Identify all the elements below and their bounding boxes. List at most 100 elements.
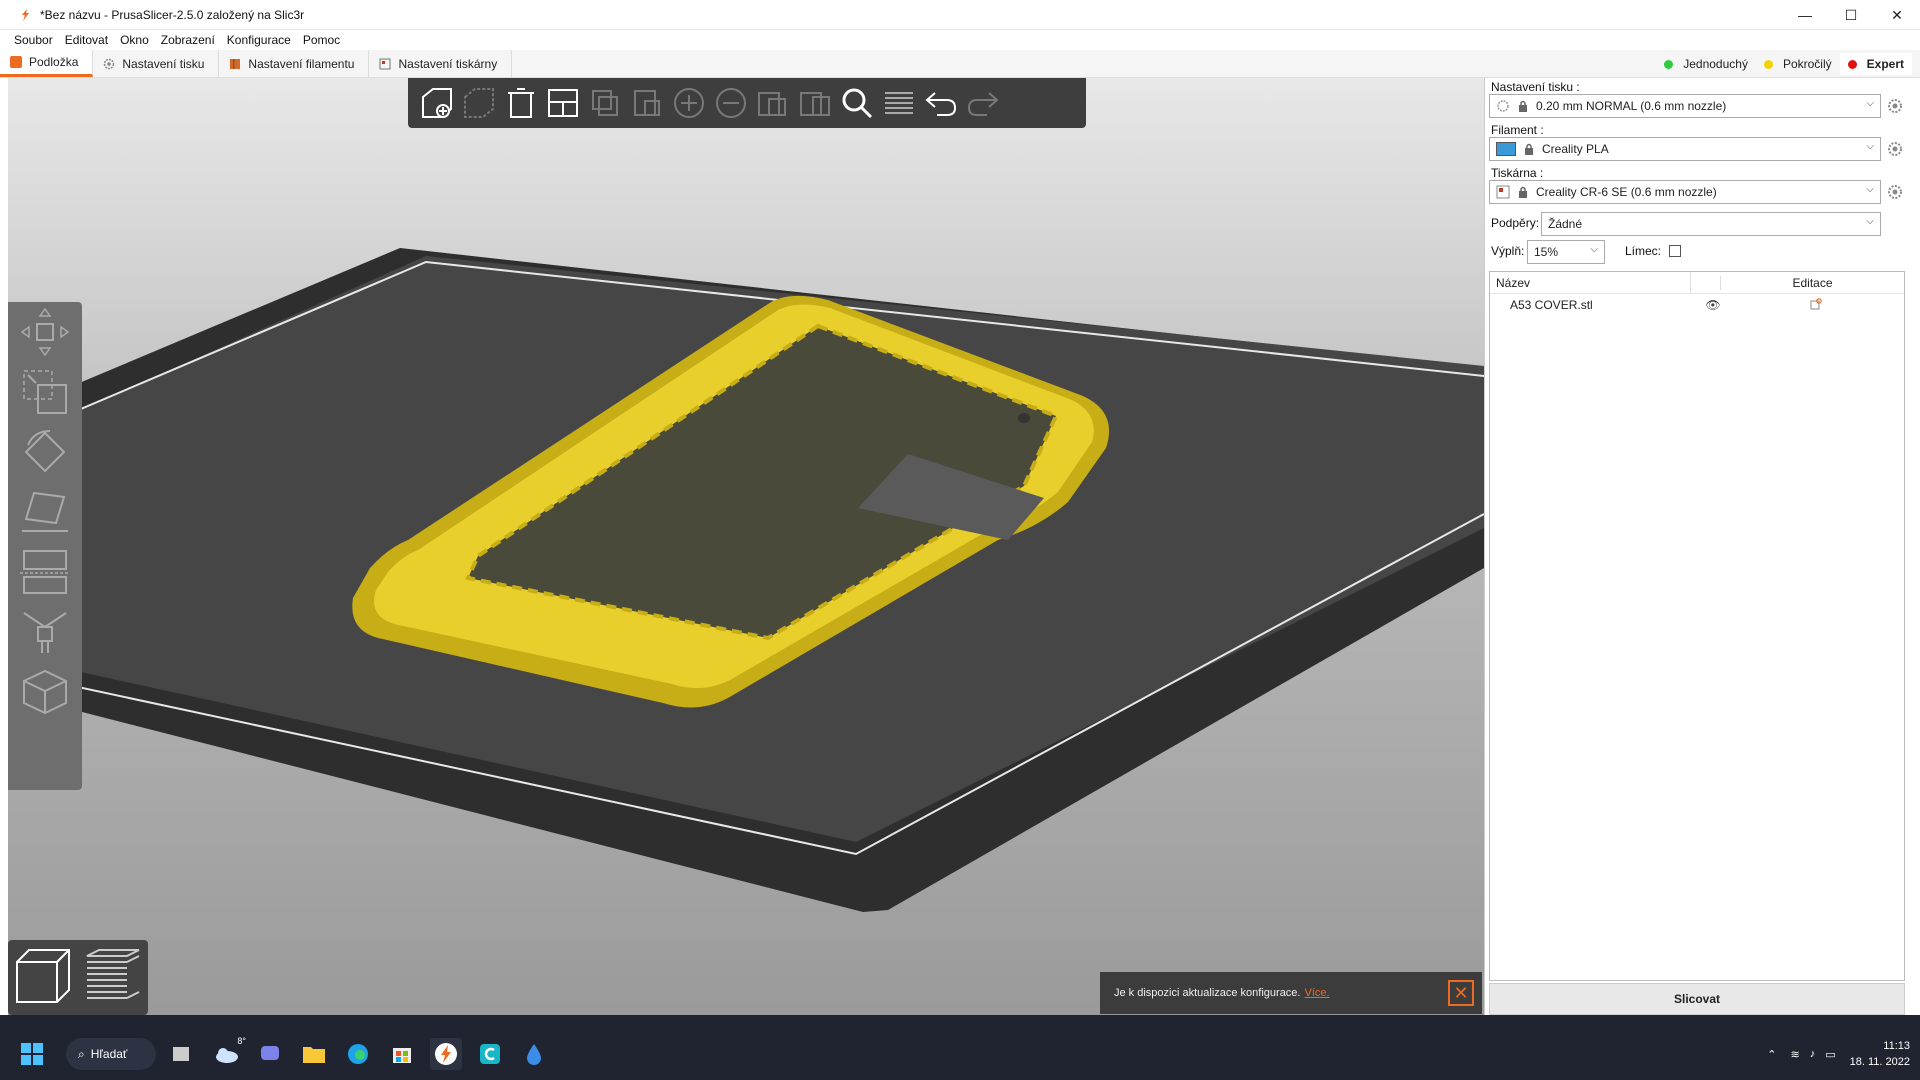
delete-all-button[interactable] [500, 82, 542, 124]
minimize-button[interactable]: — [1782, 0, 1828, 30]
preview-button[interactable] [83, 946, 143, 1009]
cut-icon [20, 550, 70, 594]
filament-value: Creality PLA [1542, 142, 1609, 156]
3d-view-button[interactable] [13, 946, 73, 1009]
filament-gear-icon[interactable] [1887, 141, 1903, 157]
search-button[interactable] [836, 82, 878, 124]
wifi-icon[interactable]: ≋ [1791, 1048, 1800, 1061]
scale-tool[interactable] [8, 362, 82, 422]
gear-icon [104, 58, 115, 69]
3d-viewport[interactable]: Je k dispozici aktualizace konfigurace. … [8, 78, 1484, 1015]
menu-edit[interactable]: Editovat [65, 33, 108, 47]
battery-icon[interactable]: ▭ [1825, 1048, 1835, 1061]
cut-tool[interactable] [8, 542, 82, 602]
config-update-notification: Je k dispozici aktualizace konfigurace. … [1100, 972, 1482, 1014]
3d-cube-icon [16, 949, 70, 1003]
start-button[interactable] [16, 1038, 48, 1070]
split-objects-button[interactable] [752, 82, 794, 124]
split-parts-button[interactable] [794, 82, 836, 124]
delete-box-icon [464, 88, 494, 118]
delete-object-button[interactable] [458, 82, 500, 124]
close-window-button[interactable]: ✕ [1874, 0, 1920, 30]
clock[interactable]: 11:13 18. 11. 2022 [1850, 1038, 1910, 1070]
move-tool[interactable] [8, 302, 82, 362]
scene [8, 248, 1484, 912]
tab-label: Podložka [29, 55, 79, 69]
menu-window[interactable]: Okno [120, 33, 149, 47]
prusaslicer-taskbar-button[interactable] [430, 1038, 462, 1070]
droplet-app-button[interactable] [518, 1038, 550, 1070]
tab-plater[interactable]: Podložka [0, 50, 94, 77]
menu-help[interactable]: Pomoc [303, 33, 340, 47]
prusaslicer-icon [435, 1043, 457, 1065]
add-instance-button[interactable] [668, 82, 710, 124]
taskbar-search[interactable]: ⌕ Hľadať [66, 1038, 156, 1070]
lock-icon [1519, 186, 1527, 198]
chat-icon [261, 1046, 279, 1060]
undo-button[interactable] [920, 82, 962, 124]
menu-bar: Soubor Editovat Okno Zobrazení Konfigura… [0, 30, 1920, 50]
notification-more-link[interactable]: Více. [1304, 987, 1329, 999]
object-row[interactable]: A53 COVER.stl 👁 [1490, 294, 1904, 316]
mode-expert[interactable]: Expert [1839, 53, 1912, 75]
printer-gear-icon[interactable] [1887, 184, 1903, 200]
add-object-button[interactable] [416, 82, 458, 124]
menu-view[interactable]: Zobrazení [161, 33, 215, 47]
tab-printer-settings[interactable]: Nastavení tiskárny [369, 50, 513, 77]
close-notification-button[interactable]: ✕ [1448, 980, 1474, 1006]
printer-value: Creality CR-6 SE (0.6 mm nozzle) [1536, 185, 1717, 199]
slice-button[interactable]: Slicovat [1489, 983, 1905, 1015]
redo-button[interactable] [962, 82, 1004, 124]
weather-widget[interactable]: 8° [210, 1036, 246, 1070]
file-explorer-button[interactable] [298, 1038, 330, 1070]
edit-settings-icon[interactable] [1728, 297, 1904, 313]
task-view-button[interactable] [166, 1038, 198, 1070]
place-on-face-tool[interactable] [8, 482, 82, 542]
lock-icon [1525, 143, 1533, 155]
arrange-icon [548, 89, 578, 117]
rotate-tool[interactable] [8, 422, 82, 482]
top-toolbar [408, 78, 1086, 128]
brim-checkbox[interactable] [1669, 245, 1681, 257]
column-edit: Editace [1720, 275, 1904, 290]
print-settings-gear-icon[interactable] [1887, 98, 1903, 114]
chevron-up-icon[interactable]: ⌃ [1767, 1048, 1776, 1061]
windows-logo-icon [21, 1043, 43, 1065]
menu-file[interactable]: Soubor [14, 33, 53, 47]
mode-advanced[interactable]: Pokročilý [1756, 53, 1840, 75]
view-switcher [8, 940, 148, 1015]
object-list-header: Název Editace [1490, 271, 1904, 294]
arrange-button[interactable] [542, 82, 584, 124]
filament-combo[interactable]: Creality PLA ⌵ [1489, 137, 1881, 161]
infill-combo[interactable]: 15% ⌵ [1527, 240, 1605, 264]
ccleaner-button[interactable] [474, 1038, 506, 1070]
maximize-button[interactable]: ☐ [1828, 0, 1874, 30]
search-icon [842, 88, 873, 119]
layers-editing-button[interactable] [878, 82, 920, 124]
volume-icon[interactable]: ♪ [1810, 1048, 1816, 1060]
menu-configuration[interactable]: Konfigurace [227, 33, 291, 47]
teams-chat-button[interactable] [254, 1038, 286, 1070]
tab-print-settings[interactable]: Nastavení tisku [93, 50, 220, 77]
mode-simple[interactable]: Jednoduchý [1656, 53, 1756, 75]
chevron-down-icon: ⌵ [1866, 98, 1874, 109]
tab-label: Nastavení tiskárny [398, 56, 498, 71]
paste-button[interactable] [626, 82, 668, 124]
assembly-view-tool[interactable] [8, 662, 82, 722]
object-list: Název Editace A53 COVER.stl 👁 [1489, 271, 1905, 981]
filament-color-swatch [1496, 142, 1516, 156]
copy-button[interactable] [584, 82, 626, 124]
remove-instance-button[interactable] [710, 82, 752, 124]
plus-icon [674, 88, 704, 118]
store-button[interactable] [386, 1038, 418, 1070]
edge-button[interactable] [342, 1038, 374, 1070]
spool-icon [230, 58, 241, 69]
support-painting-tool[interactable] [8, 602, 82, 662]
tab-filament-settings[interactable]: Nastavení filamentu [219, 50, 370, 77]
layers-preview-icon [86, 949, 140, 999]
eye-icon[interactable]: 👁 [1698, 298, 1728, 312]
print-settings-combo[interactable]: 0.20 mm NORMAL (0.6 mm nozzle) ⌵ [1489, 94, 1881, 118]
chevron-down-icon: ⌵ [1866, 184, 1874, 195]
supports-combo[interactable]: Žádné ⌵ [1541, 212, 1881, 236]
printer-combo[interactable]: Creality CR-6 SE (0.6 mm nozzle) ⌵ [1489, 180, 1881, 204]
